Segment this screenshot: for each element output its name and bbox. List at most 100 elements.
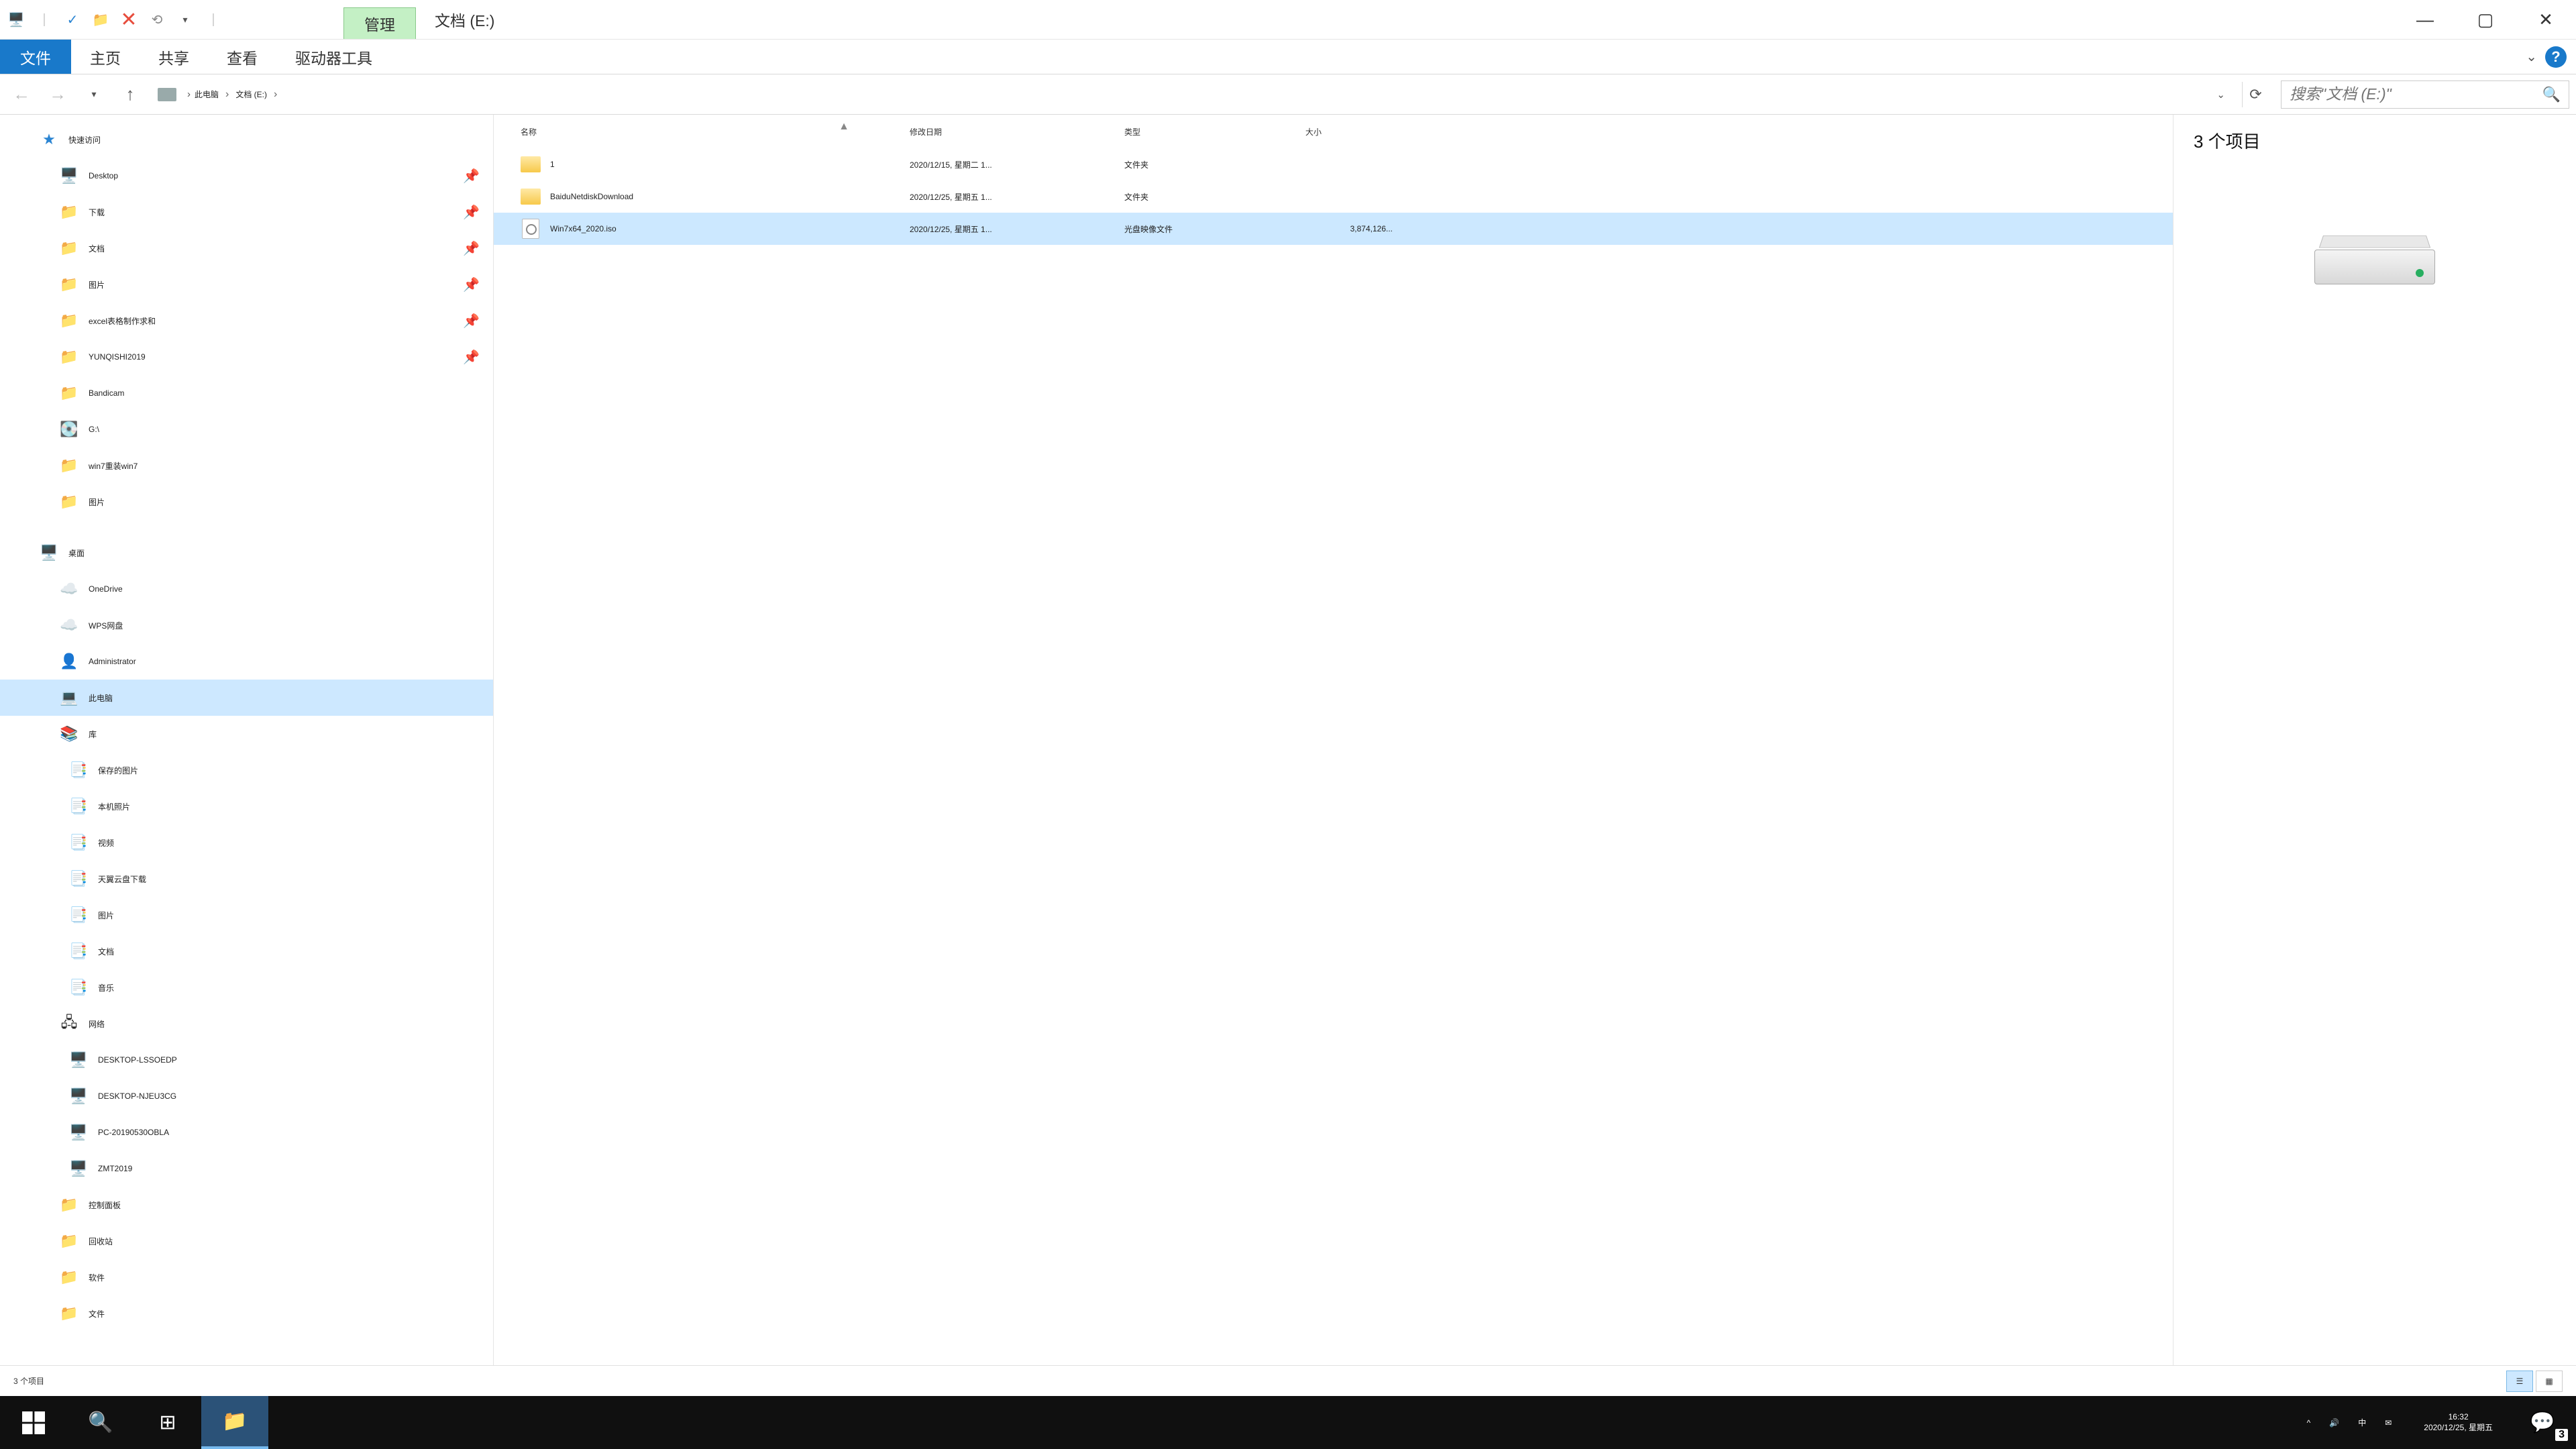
- qat-newfolder-icon[interactable]: 📁: [90, 9, 111, 30]
- help-icon[interactable]: ?: [2545, 46, 2567, 68]
- tree-item[interactable]: 📑 本机照片: [0, 788, 493, 824]
- tree-item[interactable]: 📁 软件: [0, 1259, 493, 1295]
- tree-item[interactable]: 📁 下载 📌: [0, 194, 493, 230]
- taskbar-explorer-button[interactable]: 📁: [201, 1396, 268, 1449]
- close-button[interactable]: ✕: [2516, 0, 2576, 39]
- ribbon-tab-share[interactable]: 共享: [140, 40, 208, 74]
- maximize-button[interactable]: ▢: [2455, 0, 2516, 39]
- column-type[interactable]: 类型: [1097, 126, 1279, 138]
- tree-item[interactable]: 👤 Administrator: [0, 643, 493, 680]
- breadcrumb[interactable]: › 此电脑 › 文档 (E:) › ⌄: [152, 80, 2235, 109]
- file-row[interactable]: Win7x64_2020.iso 2020/12/25, 星期五 1... 光盘…: [494, 213, 2173, 245]
- nav-up-button[interactable]: ↑: [115, 80, 145, 109]
- tree-item-label: Bandicam: [89, 388, 124, 398]
- column-date[interactable]: 修改日期: [883, 126, 1097, 138]
- contextual-tab-manage[interactable]: 管理: [343, 7, 416, 39]
- column-size[interactable]: 大小: [1279, 126, 1413, 138]
- navigation-pane[interactable]: ★ 快速访问 🖥️ Desktop 📌 📁 下载 📌 📁 文档 📌 📁 图片 📌…: [0, 115, 493, 1365]
- pc-icon: [158, 88, 176, 101]
- folder-icon: 📁: [58, 1195, 80, 1214]
- tree-item[interactable]: 📚 库: [0, 716, 493, 752]
- tree-item-label: 图片: [98, 910, 114, 921]
- address-bar: ← → ▾ ↑ › 此电脑 › 文档 (E:) › ⌄ ⟳ 🔍: [0, 74, 2576, 115]
- clock-date: 2020/12/25, 星期五: [2424, 1423, 2493, 1434]
- tree-network[interactable]: 🖧 网络: [0, 1006, 493, 1042]
- tree-item[interactable]: 🖥️ ZMT2019: [0, 1150, 493, 1187]
- tree-desktop[interactable]: 🖥️ 桌面: [0, 535, 493, 571]
- tree-item-label: 本机照片: [98, 801, 130, 812]
- tray-chevron-icon[interactable]: ^: [2307, 1418, 2311, 1428]
- pin-icon: 📌: [463, 168, 480, 184]
- explorer-icon: 🖥️: [5, 9, 27, 30]
- nav-back-button[interactable]: ←: [7, 80, 36, 109]
- tree-item[interactable]: 📁 win7重装win7: [0, 447, 493, 484]
- ribbon-tab-home[interactable]: 主页: [71, 40, 140, 74]
- tree-item[interactable]: 🖥️ Desktop 📌: [0, 158, 493, 194]
- tree-item[interactable]: 📁 YUNQISHI2019 📌: [0, 339, 493, 375]
- view-details-button[interactable]: ☰: [2506, 1371, 2533, 1392]
- tree-item-label: WPS网盘: [89, 620, 123, 631]
- column-name[interactable]: 名称▲: [494, 126, 883, 138]
- tree-item[interactable]: 📁 文档 📌: [0, 230, 493, 266]
- qat-undo-icon[interactable]: ⟲: [146, 9, 168, 30]
- tree-item[interactable]: 📑 音乐: [0, 969, 493, 1006]
- taskbar-taskview-button[interactable]: ⊞: [134, 1396, 201, 1449]
- start-button[interactable]: [0, 1396, 67, 1449]
- tree-item[interactable]: ☁️ WPS网盘: [0, 607, 493, 643]
- tree-item[interactable]: 📑 保存的图片: [0, 752, 493, 788]
- taskbar-search-button[interactable]: 🔍: [67, 1396, 134, 1449]
- tree-item[interactable]: 📁 Bandicam: [0, 375, 493, 411]
- tree-item[interactable]: 📁 excel表格制作求和 📌: [0, 303, 493, 339]
- breadcrumb-sep-icon[interactable]: ›: [225, 89, 229, 101]
- tree-item[interactable]: 📁 图片: [0, 484, 493, 520]
- tray-ime-indicator[interactable]: 中: [2358, 1417, 2366, 1428]
- search-box[interactable]: 🔍: [2281, 80, 2569, 109]
- view-icons-button[interactable]: ▦: [2536, 1371, 2563, 1392]
- tree-item[interactable]: 📑 视频: [0, 824, 493, 861]
- ribbon-file-tab[interactable]: 文件: [0, 40, 71, 74]
- breadcrumb-sep2-icon[interactable]: ›: [274, 89, 277, 101]
- tree-item[interactable]: 📑 天翼云盘下载: [0, 861, 493, 897]
- tree-item[interactable]: 💻 此电脑: [0, 680, 493, 716]
- folder-icon: 📁: [58, 1304, 80, 1323]
- tray-mail-icon[interactable]: ✉: [2385, 1418, 2392, 1428]
- taskbar-clock[interactable]: 16:32 2020/12/25, 星期五: [2408, 1412, 2509, 1433]
- qat-delete-icon[interactable]: ✕: [118, 9, 140, 30]
- tree-item[interactable]: 💽 G:\: [0, 411, 493, 447]
- qat-properties-icon[interactable]: ✓: [62, 9, 83, 30]
- tree-item[interactable]: 📑 文档: [0, 933, 493, 969]
- qat-dropdown-icon[interactable]: ▾: [174, 9, 196, 30]
- refresh-button[interactable]: ⟳: [2242, 82, 2269, 107]
- breadcrumb-root-dropdown[interactable]: ›: [183, 89, 195, 100]
- nav-history-dropdown[interactable]: ▾: [79, 80, 109, 109]
- tree-item[interactable]: 📁 文件: [0, 1295, 493, 1332]
- notification-center-button[interactable]: 💬3: [2509, 1396, 2576, 1449]
- tree-quick-access[interactable]: ★ 快速访问: [0, 121, 493, 158]
- file-date: 2020/12/25, 星期五 1...: [883, 223, 1097, 235]
- tray-volume-icon[interactable]: 🔊: [2329, 1418, 2339, 1428]
- nav-forward-button[interactable]: →: [43, 80, 72, 109]
- breadcrumb-dropdown-icon[interactable]: ⌄: [2212, 89, 2229, 101]
- file-row[interactable]: 1 2020/12/15, 星期二 1... 文件夹: [494, 148, 2173, 180]
- ribbon-tab-drivetools[interactable]: 驱动器工具: [276, 40, 391, 74]
- search-icon[interactable]: 🔍: [2542, 86, 2561, 103]
- ribbon-tab-view[interactable]: 查看: [208, 40, 276, 74]
- tree-item[interactable]: 📁 图片 📌: [0, 266, 493, 303]
- system-tray[interactable]: ^ 🔊 中 ✉: [2291, 1417, 2408, 1428]
- file-rows[interactable]: 1 2020/12/15, 星期二 1... 文件夹 BaiduNetdiskD…: [494, 148, 2173, 1365]
- tree-item[interactable]: 🖥️ DESKTOP-NJEU3CG: [0, 1078, 493, 1114]
- tree-item[interactable]: 🖥️ DESKTOP-LSSOEDP: [0, 1042, 493, 1078]
- breadcrumb-drive[interactable]: 文档 (E:): [235, 89, 267, 100]
- ribbon-expand-icon[interactable]: ⌄: [2526, 48, 2537, 65]
- minimize-button[interactable]: —: [2395, 0, 2455, 39]
- tree-item[interactable]: 📑 图片: [0, 897, 493, 933]
- folder-icon: [521, 156, 541, 172]
- search-input[interactable]: [2290, 85, 2542, 103]
- tree-item[interactable]: 📁 回收站: [0, 1223, 493, 1259]
- folder-icon: 📁: [58, 1232, 80, 1250]
- tree-item[interactable]: ☁️ OneDrive: [0, 571, 493, 607]
- tree-item[interactable]: 📁 控制面板: [0, 1187, 493, 1223]
- file-row[interactable]: BaiduNetdiskDownload 2020/12/25, 星期五 1..…: [494, 180, 2173, 213]
- tree-item[interactable]: 🖥️ PC-20190530OBLA: [0, 1114, 493, 1150]
- breadcrumb-thispc[interactable]: 此电脑: [195, 89, 219, 100]
